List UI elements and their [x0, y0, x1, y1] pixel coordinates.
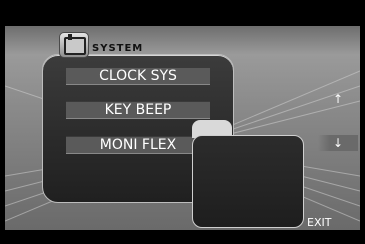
menu-item-moni-flex[interactable]: MONI FLEX [66, 136, 210, 154]
arrow-down-icon[interactable]: ↓ [318, 135, 358, 151]
bottom-bar [0, 230, 365, 244]
menu-item-key-beep[interactable]: KEY BEEP [66, 101, 210, 119]
top-bar [0, 0, 365, 26]
system-title: SYSTEM [92, 43, 144, 54]
preview-window [192, 135, 304, 228]
toolbox-icon [59, 32, 89, 58]
arrow-up-icon[interactable]: ↑ [318, 91, 358, 107]
exit-button[interactable]: EXIT [307, 216, 331, 229]
menu-item-clock-sys[interactable]: CLOCK SYS [66, 67, 210, 85]
